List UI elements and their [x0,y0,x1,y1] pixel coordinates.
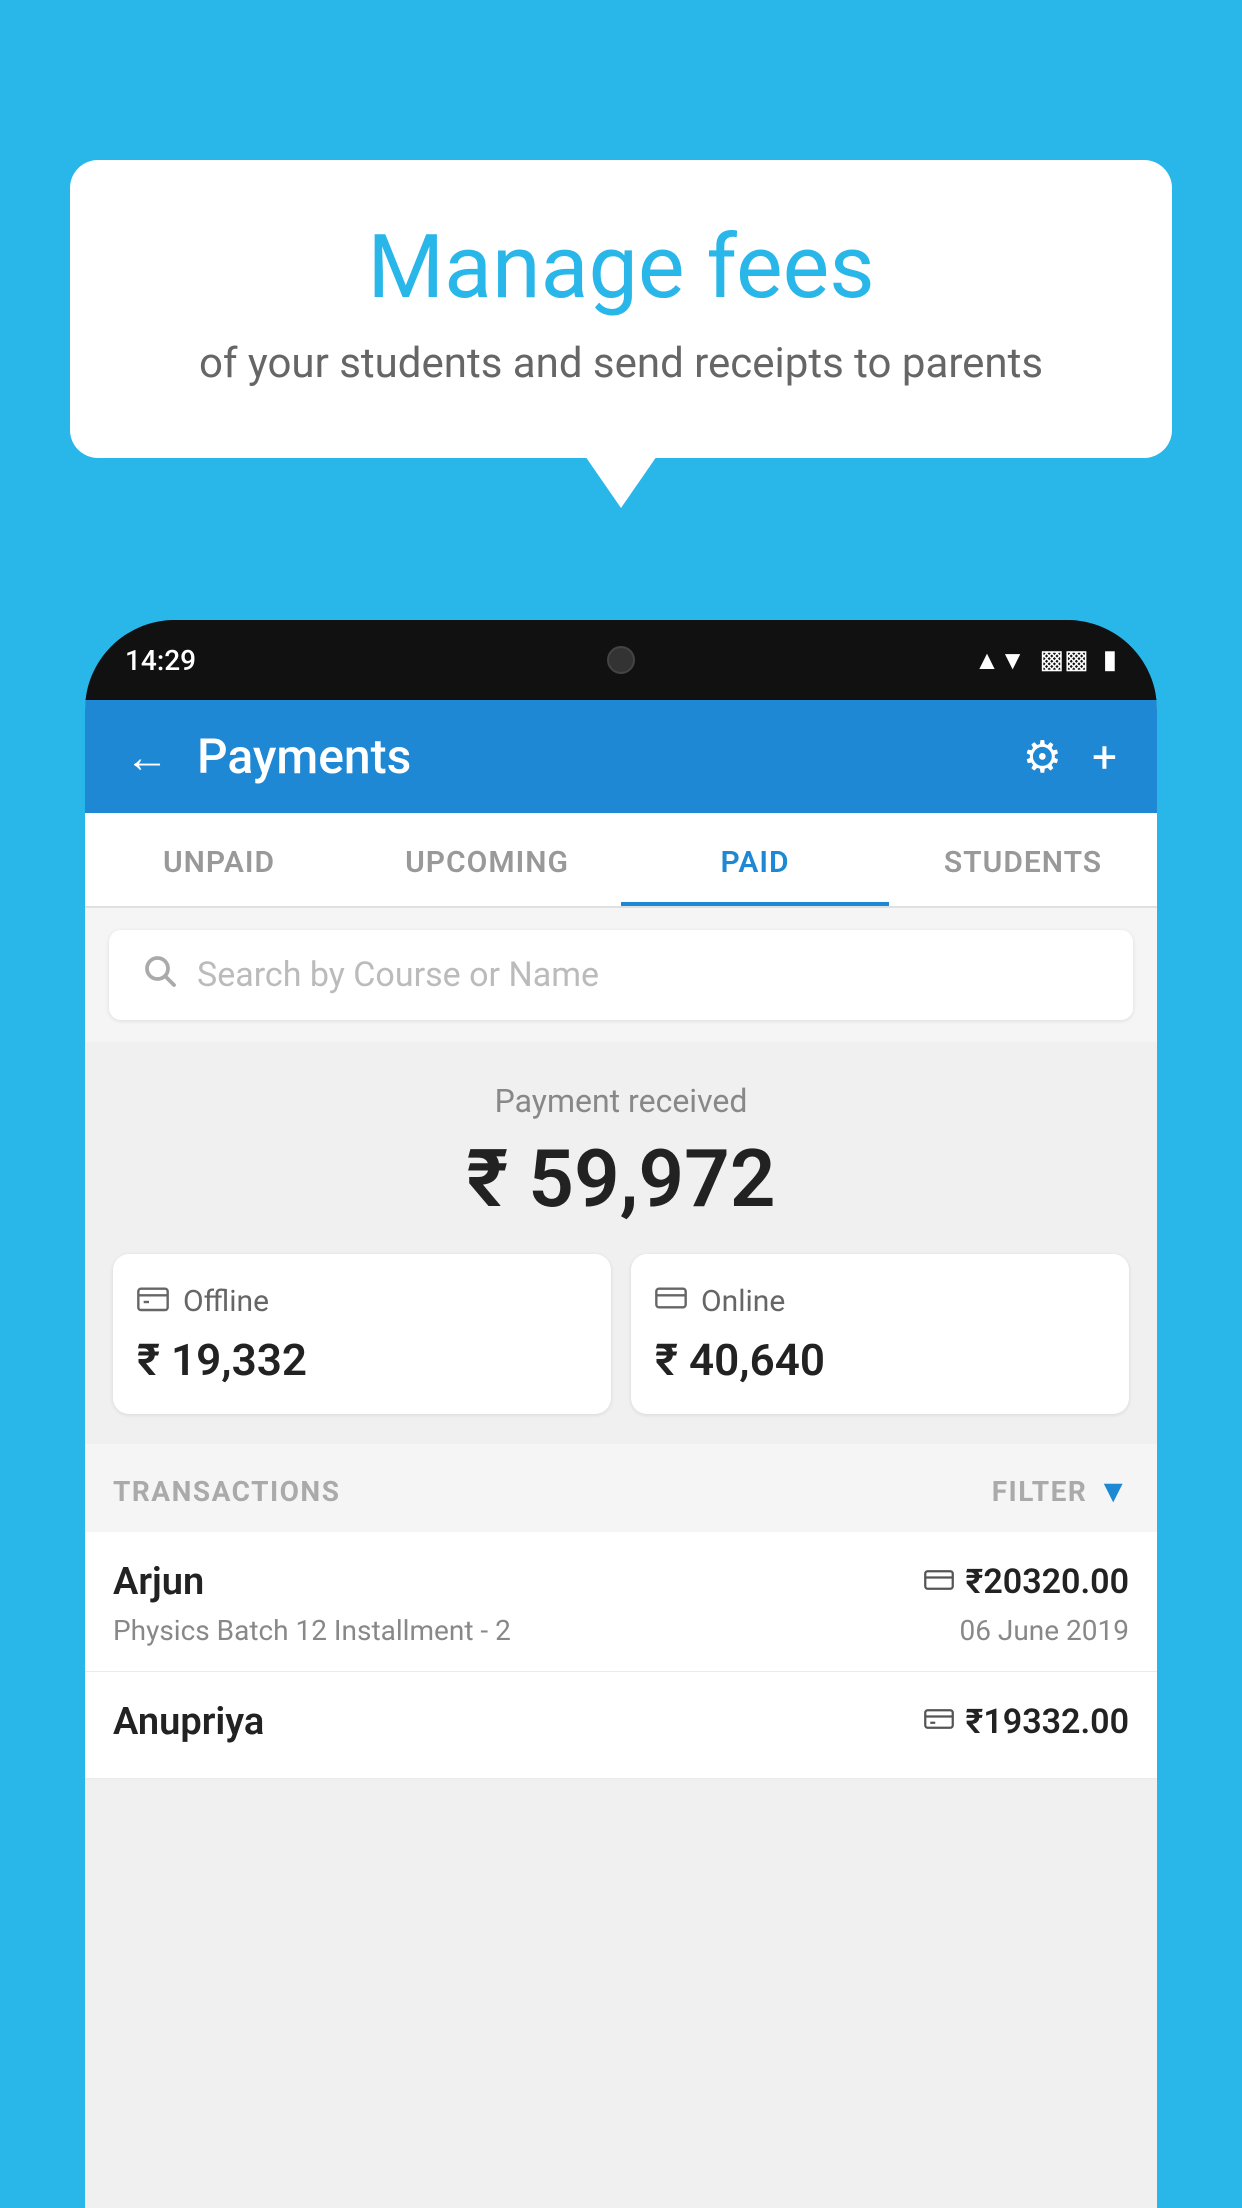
student-name: Arjun [113,1560,204,1604]
status-time: 14:29 [125,644,196,677]
online-label: Online [701,1284,785,1319]
search-box[interactable]: Search by Course or Name [109,930,1133,1020]
table-row[interactable]: Arjun ₹20320.00 Physics Batch 12 Install… [85,1532,1157,1672]
student-name: Anupriya [113,1700,264,1744]
add-icon[interactable]: + [1092,731,1117,783]
offline-icon [137,1282,169,1320]
back-button[interactable]: ← [125,731,169,783]
course-info: Physics Batch 12 Installment - 2 [113,1614,511,1647]
signal-icon: ▩▩ [1040,645,1089,675]
search-placeholder-text: Search by Course or Name [197,955,599,995]
wifi-icon: ▲▼ [974,645,1025,676]
filter-area[interactable]: FILTER ▼ [992,1472,1129,1510]
online-icon [655,1282,687,1320]
tab-upcoming[interactable]: UPCOMING [353,813,621,906]
battery-icon: ▮ [1103,645,1117,675]
online-card: Online ₹ 40,640 [631,1254,1129,1414]
payment-cards: Offline ₹ 19,332 Online ₹ 4 [109,1254,1133,1414]
tab-unpaid[interactable]: UNPAID [85,813,353,906]
offline-card: Offline ₹ 19,332 [113,1254,611,1414]
tab-paid[interactable]: PAID [621,813,889,906]
speech-bubble: Manage fees of your students and send re… [70,160,1172,458]
search-icon [141,952,177,998]
bubble-subtitle: of your students and send receipts to pa… [120,339,1122,388]
payment-summary: Payment received ₹ 59,972 Offline [85,1042,1157,1444]
phone-frame: 14:29 ▲▼ ▩▩ ▮ ← Payments ⚙ + UNPAID UPCO… [85,620,1157,2208]
payment-total-amount: ₹ 59,972 [109,1132,1133,1226]
filter-icon: ▼ [1097,1472,1129,1510]
page-title: Payments [197,728,1023,785]
online-amount: ₹ 40,640 [655,1334,1105,1386]
offline-label: Offline [183,1284,269,1319]
phone-screen: ← Payments ⚙ + UNPAID UPCOMING PAID STUD… [85,700,1157,2208]
card-payment-icon [924,1565,954,1600]
status-bar: 14:29 ▲▼ ▩▩ ▮ [85,620,1157,700]
transaction-amount: ₹19332.00 [924,1702,1129,1742]
offline-amount: ₹ 19,332 [137,1334,587,1386]
table-row[interactable]: Anupriya ₹19332.00 [85,1672,1157,1779]
bubble-title: Manage fees [120,220,1122,317]
payment-received-label: Payment received [109,1082,1133,1120]
offline-payment-icon [924,1705,954,1740]
transaction-amount: ₹20320.00 [924,1562,1129,1602]
tab-students[interactable]: STUDENTS [889,813,1157,906]
tabs-bar: UNPAID UPCOMING PAID STUDENTS [85,813,1157,908]
gear-icon[interactable]: ⚙ [1023,731,1062,783]
transactions-header: TRANSACTIONS FILTER ▼ [85,1444,1157,1532]
phone-camera [607,646,635,674]
app-header: ← Payments ⚙ + [85,700,1157,813]
header-icons: ⚙ + [1023,731,1117,783]
transaction-date: 06 June 2019 [959,1614,1129,1647]
status-icons: ▲▼ ▩▩ ▮ [974,645,1117,676]
transactions-label: TRANSACTIONS [113,1475,340,1508]
filter-label: FILTER [992,1475,1088,1508]
search-container: Search by Course or Name [85,908,1157,1042]
